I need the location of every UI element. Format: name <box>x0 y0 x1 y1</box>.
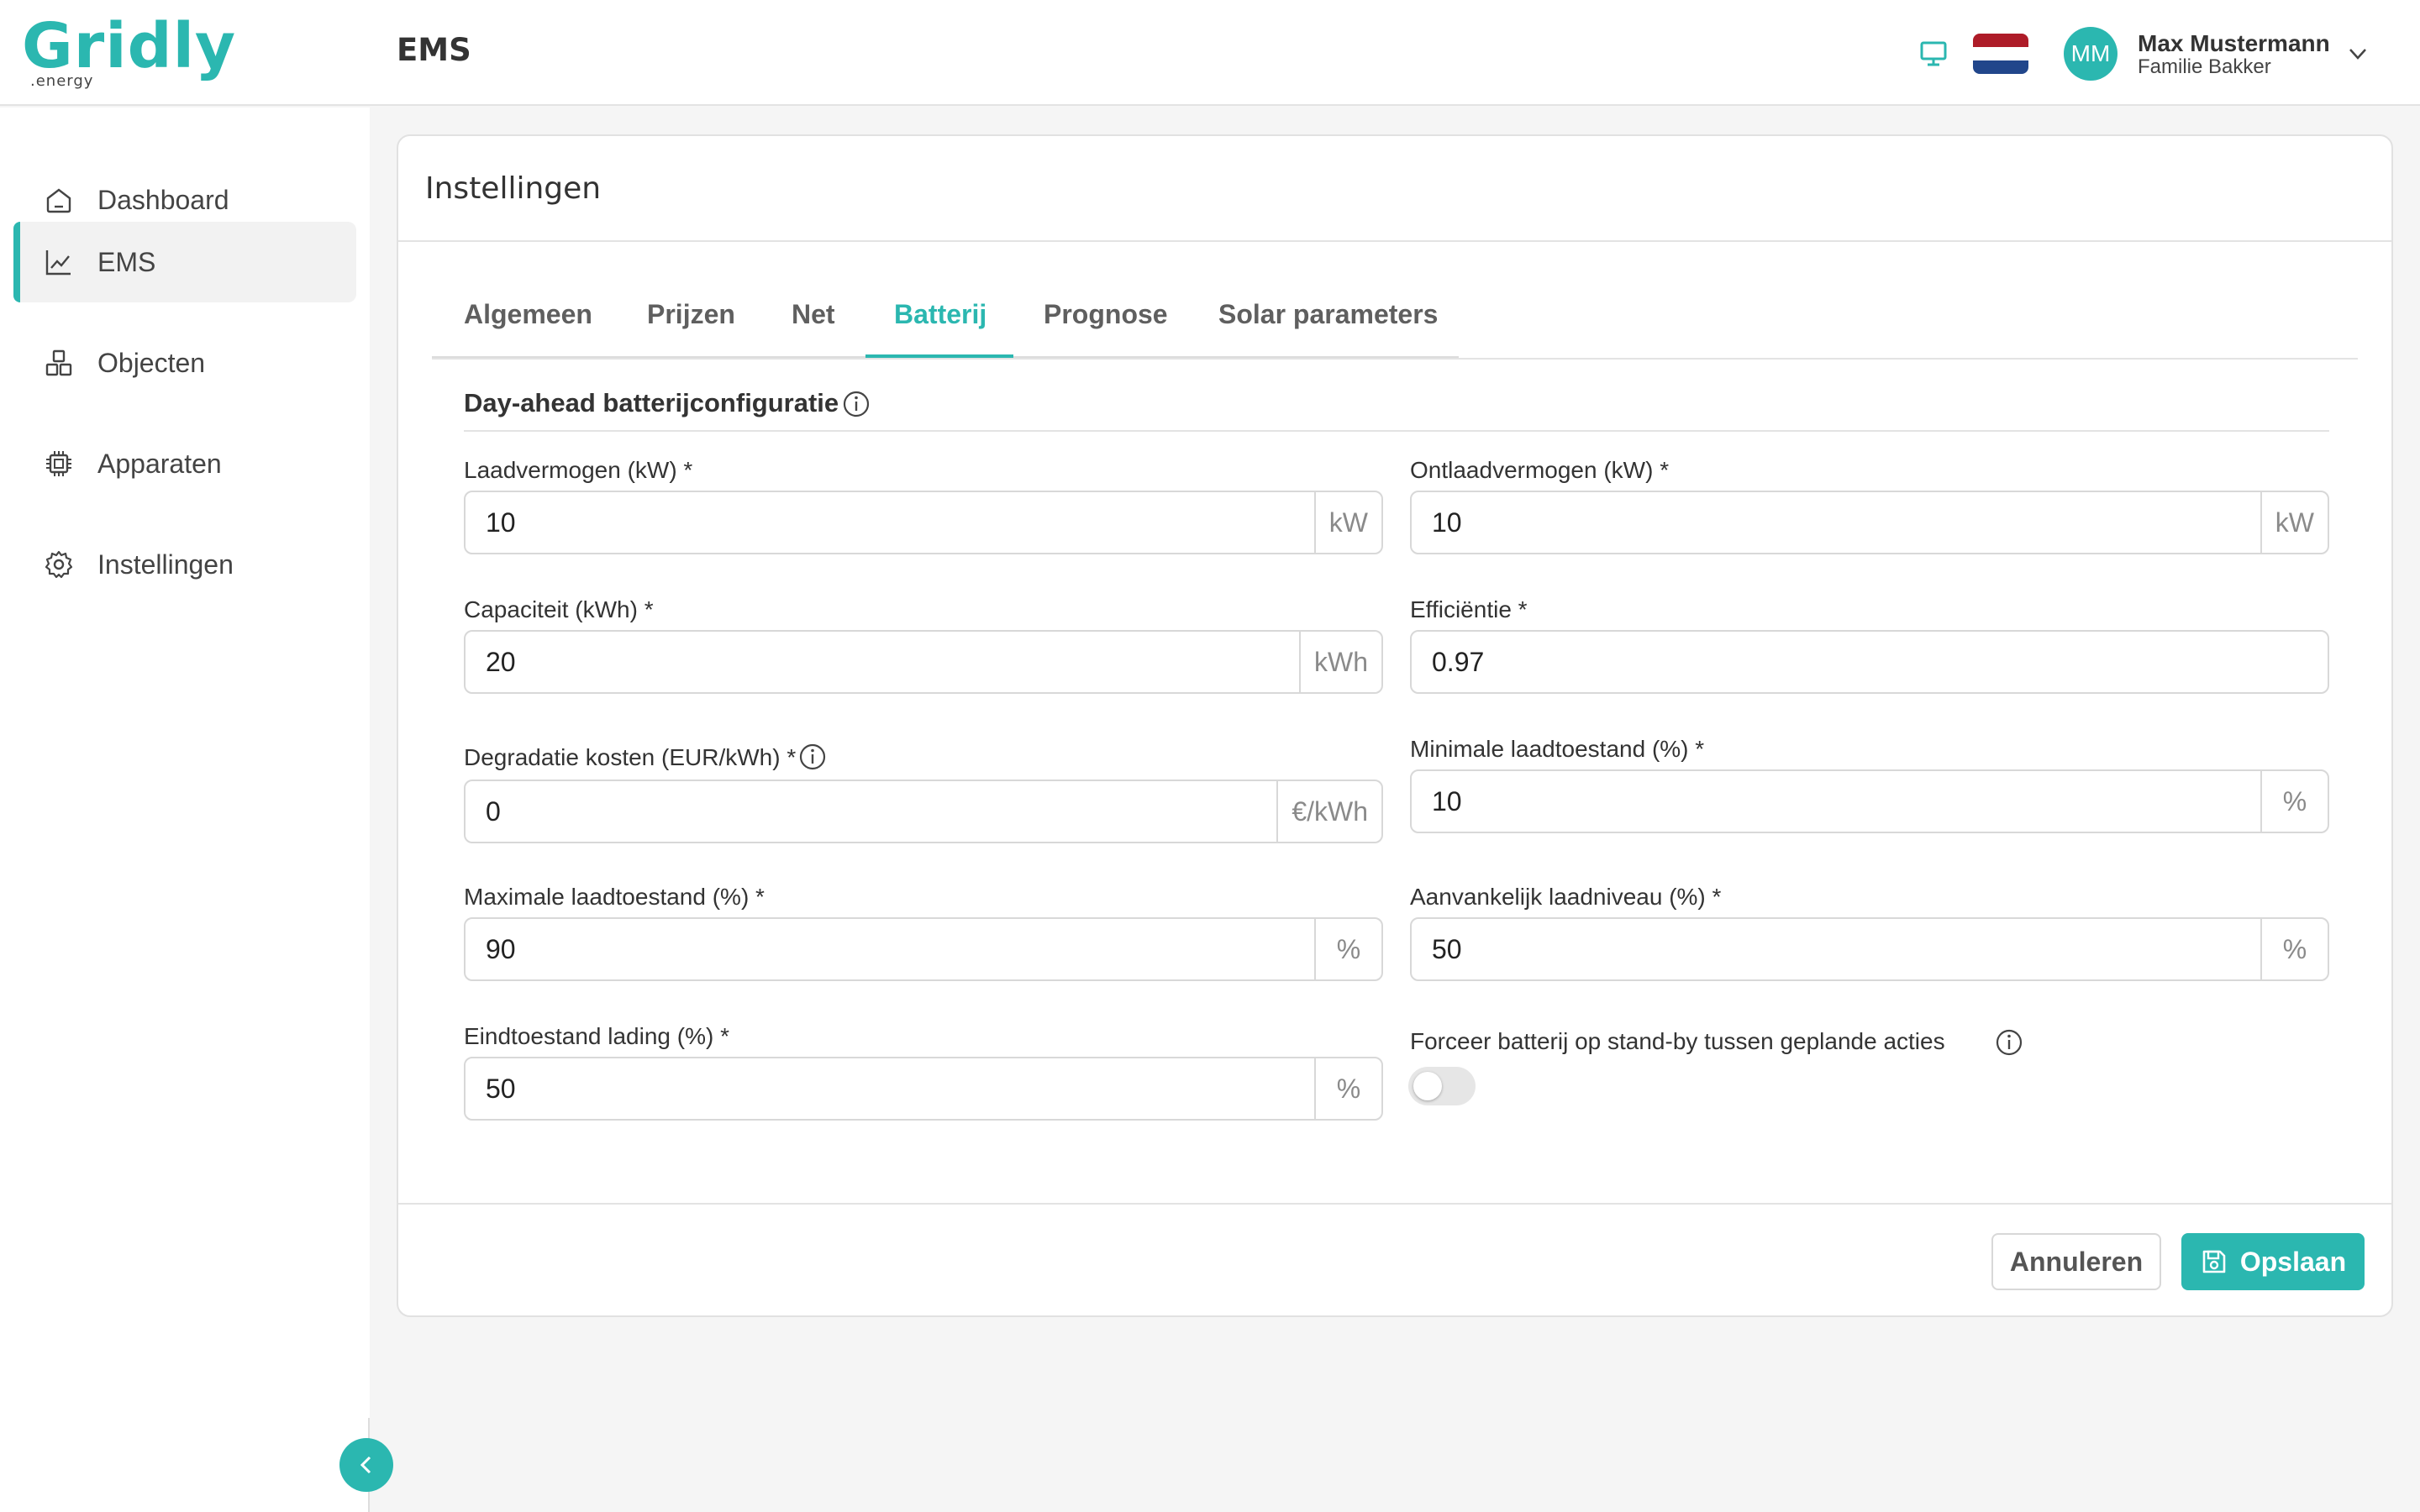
force-standby-toggle[interactable] <box>1408 1067 1476 1105</box>
initial-soc-input[interactable] <box>1412 919 2260 979</box>
avatar[interactable]: MM <box>2064 27 2118 81</box>
tab-prognose[interactable]: Prognose <box>1044 299 1168 330</box>
sidebar-item-label: Instellingen <box>97 549 234 580</box>
chevron-down-icon[interactable] <box>2346 42 2370 66</box>
logo-subtext: .energy <box>30 72 94 90</box>
cancel-button[interactable]: Annuleren <box>1991 1233 2161 1290</box>
tabs-divider <box>432 358 2358 360</box>
final-soc-label: Eindtoestand lading (%) * <box>464 1023 729 1049</box>
efficiency-label: Efficiëntie * <box>1410 596 1528 622</box>
tab-prijzen[interactable]: Prijzen <box>647 299 735 330</box>
capacity-input[interactable] <box>466 632 1299 692</box>
initial-soc-field: % <box>1410 917 2329 981</box>
discharge-power-field: kW <box>1410 491 2329 554</box>
user-name[interactable]: Max Mustermann <box>2138 30 2330 57</box>
initial-soc-label: Aanvankelijk laadniveau (%) * <box>1410 884 1722 910</box>
tab-solar-parameters[interactable]: Solar parameters <box>1218 299 1438 330</box>
max-soc-field: % <box>464 917 1383 981</box>
unit-addon: % <box>1314 1058 1381 1119</box>
final-soc-input[interactable] <box>466 1058 1314 1119</box>
gear-icon <box>45 550 73 579</box>
unit-addon: kW <box>1313 492 1381 553</box>
capacity-label: Capaciteit (kWh) * <box>464 596 654 622</box>
collapse-sidebar-button[interactable] <box>339 1438 393 1492</box>
sidebar-item-label: Apparaten <box>97 448 222 479</box>
min-soc-input[interactable] <box>1412 771 2260 832</box>
unit-addon: €/kWh <box>1276 781 1381 842</box>
sidebar-item-ems[interactable]: EMS <box>13 222 356 302</box>
max-soc-label: Maximale laadtoestand (%) * <box>464 884 765 910</box>
card-title: Instellingen <box>425 171 602 206</box>
language-flag-nl[interactable] <box>1973 34 2028 74</box>
force-standby-label: Forceer batterij op stand-by tussen gepl… <box>1410 1028 1945 1054</box>
sidebar: Dashboard EMS Objecten Apparaten Instell… <box>0 108 370 1512</box>
info-icon[interactable] <box>1995 1028 2023 1057</box>
min-soc-field: % <box>1410 769 2329 833</box>
divider <box>398 1203 2391 1205</box>
settings-card: Instellingen Algemeen Prijzen Net Batter… <box>397 134 2393 1317</box>
sidebar-item-label: Dashboard <box>97 184 229 215</box>
sidebar-item-label: Objecten <box>97 347 206 378</box>
final-soc-field: % <box>464 1057 1383 1121</box>
active-tab-indicator <box>865 354 1013 358</box>
chip-icon <box>46 451 71 476</box>
sidebar-item-label: EMS <box>97 246 156 277</box>
charge-power-label: Laadvermogen (kW) * <box>464 457 693 483</box>
top-bar: Gridly .energy EMS MM Max Mustermann Fam… <box>0 0 2420 106</box>
efficiency-field <box>1410 630 2329 694</box>
degradation-label: Degradatie kosten (EUR/kWh) * <box>464 744 797 770</box>
tab-batterij[interactable]: Batterij <box>894 299 986 330</box>
discharge-power-label: Ontlaadvermogen (kW) * <box>1410 457 1670 483</box>
floppy-disk-icon <box>2202 1250 2226 1273</box>
divider <box>464 430 2329 432</box>
toggle-knob <box>1413 1072 1442 1100</box>
save-button[interactable]: Opslaan <box>2181 1233 2365 1290</box>
boxes-icon <box>45 349 72 376</box>
unit-addon: kWh <box>1299 632 1381 692</box>
save-button-label: Opslaan <box>2239 1246 2347 1277</box>
chart-line-icon <box>45 250 71 276</box>
chevron-left-icon <box>360 1456 371 1474</box>
min-soc-label: Minimale laadtoestand (%) * <box>1410 736 1705 762</box>
section-title: Day-ahead batterijconfiguratie <box>464 388 839 417</box>
degradation-input[interactable] <box>466 781 1277 842</box>
discharge-power-input[interactable] <box>1412 492 2260 553</box>
user-household: Familie Bakker <box>2138 55 2271 78</box>
sidebar-item-instellingen[interactable]: Instellingen <box>13 524 356 605</box>
divider <box>398 240 2391 242</box>
max-soc-input[interactable] <box>466 919 1314 979</box>
monitor-icon[interactable] <box>1919 40 1948 67</box>
unit-addon: % <box>1314 919 1381 979</box>
capacity-field: kWh <box>464 630 1383 694</box>
sidebar-item-objecten[interactable]: Objecten <box>13 323 356 403</box>
degradation-field: €/kWh <box>464 780 1383 843</box>
charge-power-field: kW <box>464 491 1383 554</box>
page-title: EMS <box>397 32 471 68</box>
gridly-logo[interactable]: Gridly .energy <box>22 10 237 92</box>
home-icon <box>46 188 71 213</box>
sidebar-item-apparaten[interactable]: Apparaten <box>13 423 356 504</box>
info-icon[interactable] <box>798 743 827 771</box>
tab-algemeen[interactable]: Algemeen <box>464 299 592 330</box>
info-icon[interactable] <box>842 390 871 418</box>
unit-addon: % <box>2260 771 2328 832</box>
logo-wordmark: Gridly <box>22 10 237 82</box>
tab-net[interactable]: Net <box>792 299 835 330</box>
unit-addon: % <box>2260 919 2328 979</box>
unit-addon: kW <box>2260 492 2328 553</box>
charge-power-input[interactable] <box>466 492 1314 553</box>
efficiency-input[interactable] <box>1412 632 2328 692</box>
